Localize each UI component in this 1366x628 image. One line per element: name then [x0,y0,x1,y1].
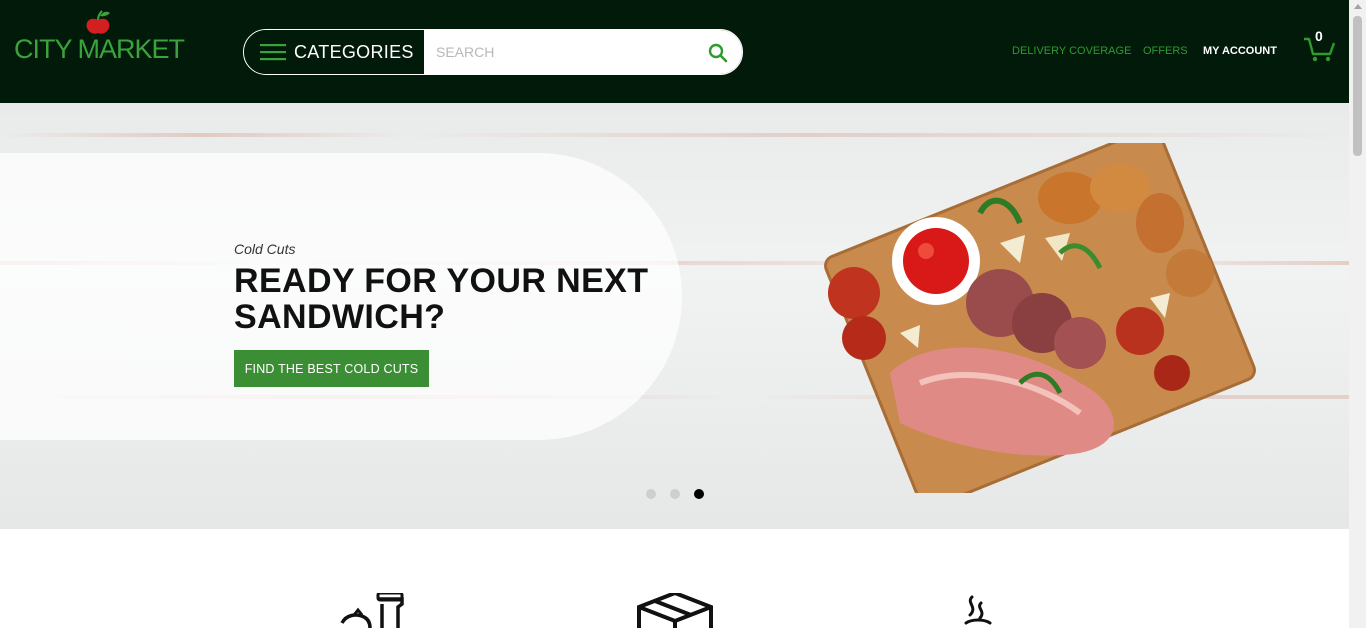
search-input[interactable] [424,30,742,74]
scroll-up-arrow-icon[interactable] [1354,4,1362,9]
dairy-icon[interactable] [340,593,412,628]
city-market-logo[interactable]: CITY MARKET [14,10,185,66]
categories-button[interactable]: CATEGORIES [244,30,424,74]
cart-button[interactable]: 0 [1302,28,1336,64]
page-scrollbar[interactable] [1349,0,1366,628]
charcuterie-board-image [824,143,1256,493]
packaged-goods-icon[interactable] [637,593,713,628]
wood-plank-line [0,133,1349,137]
slider-dot-1[interactable] [646,489,656,499]
search-bar: CATEGORIES [243,29,743,75]
hero-kicker: Cold Cuts [234,241,296,257]
nav-offers[interactable]: OFFERS [1143,45,1188,57]
hot-food-icon[interactable] [962,593,994,628]
categories-label: CATEGORIES [294,41,414,62]
scroll-thumb[interactable] [1353,16,1362,156]
search-icon[interactable] [708,43,728,63]
hero-banner: Cold Cuts READY FOR YOUR NEXT SANDWICH? … [0,103,1349,529]
hamburger-icon [260,44,286,61]
slider-dot-3[interactable] [694,489,704,499]
hero-cta-button[interactable]: FIND THE BEST COLD CUTS [234,350,429,387]
search-field [424,30,742,74]
cart-count: 0 [1315,28,1323,44]
hero-title: READY FOR YOUR NEXT SANDWICH? [234,262,649,336]
nav-delivery-coverage[interactable]: DELIVERY COVERAGE [1012,45,1131,57]
slider-dot-2[interactable] [670,489,680,499]
logo-wordmark: CITY MARKET [14,34,185,64]
site-header: CITY MARKET CATEGORIES DELIVERY COVERAGE… [0,0,1349,103]
slider-dots [646,489,704,499]
nav-my-account[interactable]: MY ACCOUNT [1203,45,1277,57]
